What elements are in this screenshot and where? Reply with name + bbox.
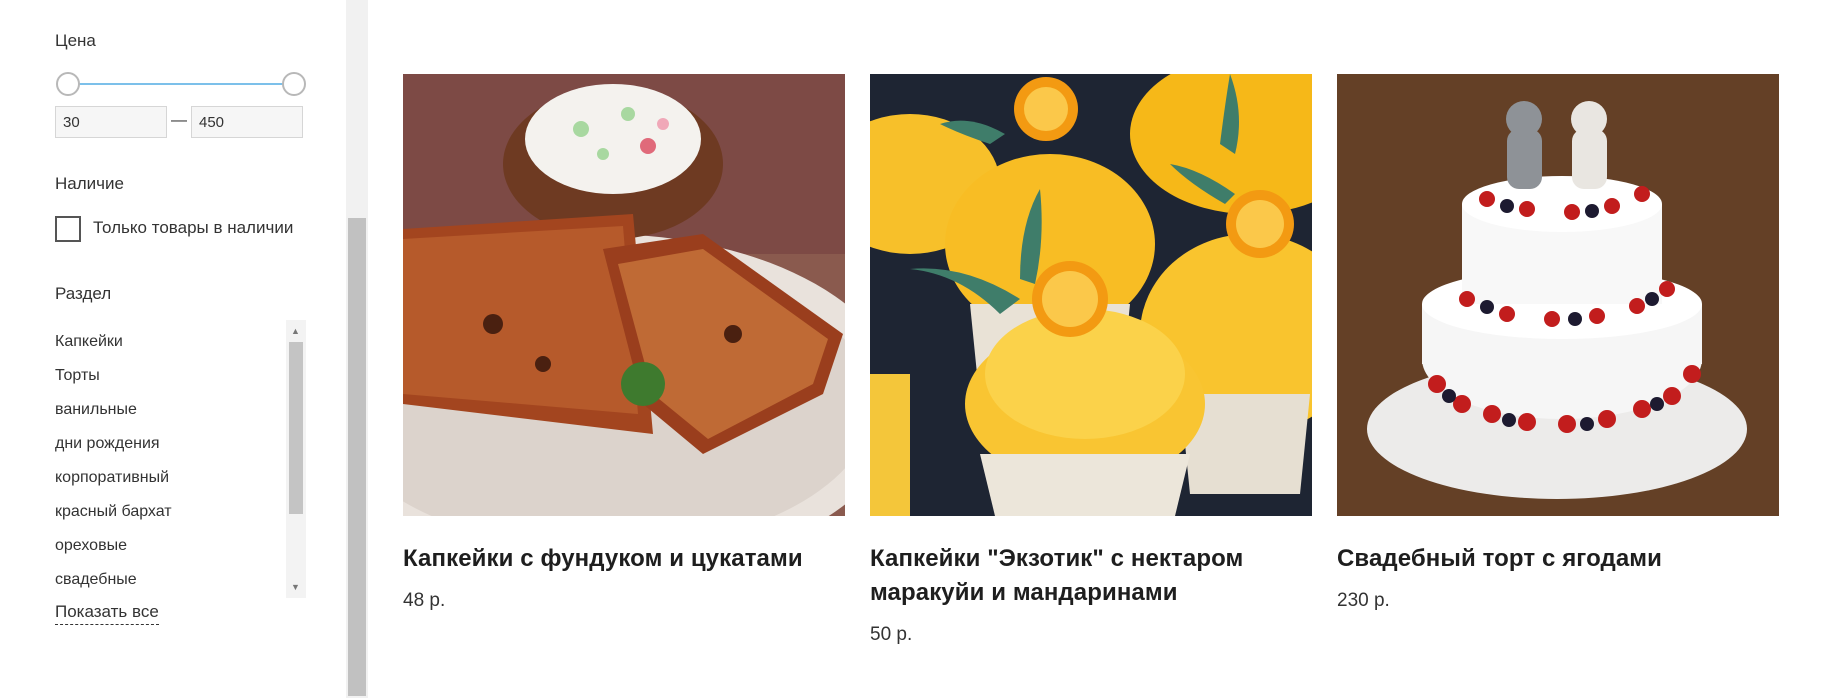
section-item-birthdays[interactable]: дни рождения <box>55 424 285 458</box>
cupcake-with-hazelnuts-photo <box>403 74 845 516</box>
wedding-cake-berries-photo <box>1337 74 1779 516</box>
section-list: Капкейки Торты ванильные дни рождения ко… <box>55 322 285 600</box>
filter-sidebar: Цена — Наличие Только товары в наличии Р… <box>0 0 345 698</box>
sidebar-scroll-thumb[interactable] <box>348 218 366 696</box>
price-min-input[interactable] <box>55 106 167 138</box>
in-stock-checkbox-label[interactable]: Только товары в наличии <box>93 218 293 238</box>
product-name[interactable]: Капкейки "Экзотик" с нектаром маракуйи и… <box>870 542 1312 610</box>
price-range-separator: — <box>171 112 187 129</box>
in-stock-checkbox[interactable] <box>55 216 81 242</box>
product-name[interactable]: Свадебный торт с ягодами <box>1337 542 1779 576</box>
section-item-nut[interactable]: ореховые <box>55 526 285 560</box>
show-all-link[interactable]: Показать все <box>55 602 159 625</box>
product-price: 50 р. <box>870 624 913 645</box>
product-price: 48 р. <box>403 590 446 611</box>
product-card: Свадебный торт с ягодами 230 р. <box>1337 74 1779 612</box>
price-range-min-handle[interactable] <box>56 72 80 96</box>
price-range-max-handle[interactable] <box>282 72 306 96</box>
sidebar-scrollbar[interactable] <box>346 0 368 698</box>
product-name[interactable]: Капкейки с фундуком и цукатами <box>403 542 845 576</box>
section-item-red-velvet[interactable]: красный бархат <box>55 492 285 526</box>
price-range-track[interactable] <box>68 83 294 85</box>
product-card: Капкейки "Экзотик" с нектаром маракуйи и… <box>870 74 1312 646</box>
product-price: 230 р. <box>1337 590 1390 611</box>
section-list-scroll-thumb[interactable] <box>289 342 303 514</box>
product-image[interactable] <box>1337 74 1779 516</box>
section-item-vanilla[interactable]: ванильные <box>55 390 285 424</box>
section-list-scrollbar[interactable]: ▲ ▼ <box>286 320 306 598</box>
section-filter-title: Раздел <box>55 284 112 303</box>
product-image[interactable] <box>870 74 1312 516</box>
price-max-input[interactable] <box>191 106 303 138</box>
price-filter-title: Цена <box>55 31 96 50</box>
scroll-up-icon[interactable]: ▲ <box>291 326 300 336</box>
section-item-corporate[interactable]: корпоративный <box>55 458 285 492</box>
product-image[interactable] <box>403 74 845 516</box>
section-item-cakes[interactable]: Торты <box>55 356 285 390</box>
exotic-cupcakes-photo <box>870 74 1312 516</box>
availability-filter-title: Наличие <box>55 174 124 193</box>
scroll-down-icon[interactable]: ▼ <box>291 582 300 592</box>
product-card: Капкейки с фундуком и цукатами 48 р. <box>403 74 845 612</box>
section-item-cupcakes[interactable]: Капкейки <box>55 322 285 356</box>
section-item-wedding[interactable]: свадебные <box>55 560 285 594</box>
